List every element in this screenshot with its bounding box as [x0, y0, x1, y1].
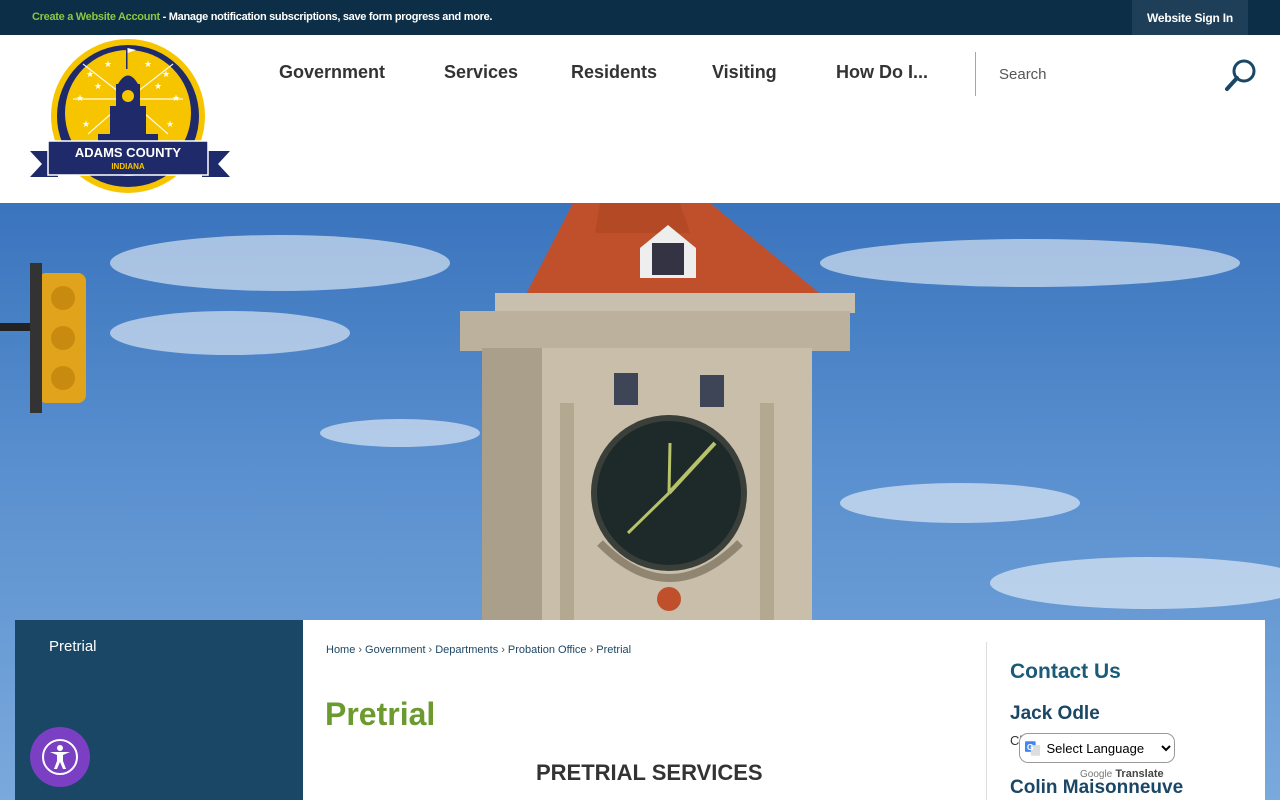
account-message-text: - Manage notification subscriptions, sav…	[159, 11, 493, 23]
breadcrumb-pretrial[interactable]: Pretrial	[596, 644, 631, 656]
section-heading: PRETRIAL SERVICES	[536, 760, 763, 785]
site-header: ★ ★ ★ ★ ★ ★ ★ ★ ★ ★ ADAMS COUNTY INDIANA 1836…	[0, 35, 1280, 203]
google-wordmark: Google	[1080, 769, 1113, 780]
breadcrumb-probation-office[interactable]: Probation Office	[508, 644, 587, 656]
nav-item-visiting[interactable]: Visiting	[712, 62, 836, 83]
google-translate-icon: G	[1025, 741, 1041, 756]
svg-text:INDIANA: INDIANA	[111, 162, 145, 171]
svg-text:★: ★	[86, 70, 94, 80]
svg-text:★: ★	[104, 60, 112, 70]
translate-link[interactable]: Translate	[1115, 768, 1163, 780]
column-divider	[986, 642, 987, 800]
adams-county-logo[interactable]: ★ ★ ★ ★ ★ ★ ★ ★ ★ ★ ADAMS COUNTY INDIANA 1836	[28, 39, 232, 199]
accessibility-icon	[42, 739, 78, 775]
search-icon	[1225, 59, 1256, 91]
svg-text:★: ★	[172, 94, 180, 104]
breadcrumb-separator: ›	[589, 644, 594, 656]
language-select[interactable]: Select Language	[1042, 739, 1174, 757]
svg-text:★: ★	[82, 120, 90, 130]
nav-item-services[interactable]: Services	[444, 62, 571, 83]
breadcrumb: Home › Government › Departments › Probation Of…	[326, 644, 631, 656]
svg-text:★: ★	[166, 120, 174, 130]
contact-name[interactable]: Colin Maisonneuve	[1010, 777, 1183, 799]
powered-by-google: Google Translate	[1080, 768, 1164, 780]
page-title: Pretrial	[325, 696, 436, 732]
svg-text:★: ★	[154, 82, 162, 92]
breadcrumb-separator: ›	[428, 644, 433, 656]
svg-text:★: ★	[94, 82, 102, 92]
contact-us-heading: Contact Us	[1010, 660, 1121, 683]
create-account-link[interactable]: Create a Website Account	[32, 11, 160, 23]
svg-text:G: G	[1027, 742, 1034, 752]
svg-text:ADAMS COUNTY: ADAMS COUNTY	[75, 145, 181, 160]
nav-item-how-do-i[interactable]: How Do I...	[836, 62, 946, 83]
account-message: Create a Website Account - Manage notifi…	[32, 11, 492, 23]
contact-name[interactable]: Jack Odle	[1010, 703, 1100, 725]
accessibility-button[interactable]	[30, 727, 90, 787]
breadcrumb-departments[interactable]: Departments	[435, 644, 498, 656]
svg-text:★: ★	[162, 70, 170, 80]
nav-item-government[interactable]: Government	[279, 62, 444, 83]
website-sign-in-button[interactable]: Website Sign In	[1132, 0, 1248, 35]
nav-item-residents[interactable]: Residents	[571, 62, 712, 83]
search-input[interactable]	[988, 57, 1208, 91]
language-selector[interactable]: G Select Language	[1019, 733, 1175, 763]
breadcrumb-government[interactable]: Government	[365, 644, 426, 656]
svg-text:★: ★	[144, 60, 152, 70]
search-button[interactable]	[1222, 56, 1260, 94]
sidebar-item-pretrial[interactable]: Pretrial	[49, 638, 97, 655]
breadcrumb-separator: ›	[358, 644, 363, 656]
svg-text:1836: 1836	[122, 181, 133, 187]
main-navigation: Government Services Residents Visiting H…	[279, 62, 946, 83]
svg-text:★: ★	[76, 94, 84, 104]
breadcrumb-separator: ›	[501, 644, 505, 656]
top-utility-bar: Create a Website Account - Manage notifi…	[0, 0, 1280, 35]
breadcrumb-home[interactable]: Home	[326, 644, 355, 656]
search-divider	[975, 52, 976, 96]
